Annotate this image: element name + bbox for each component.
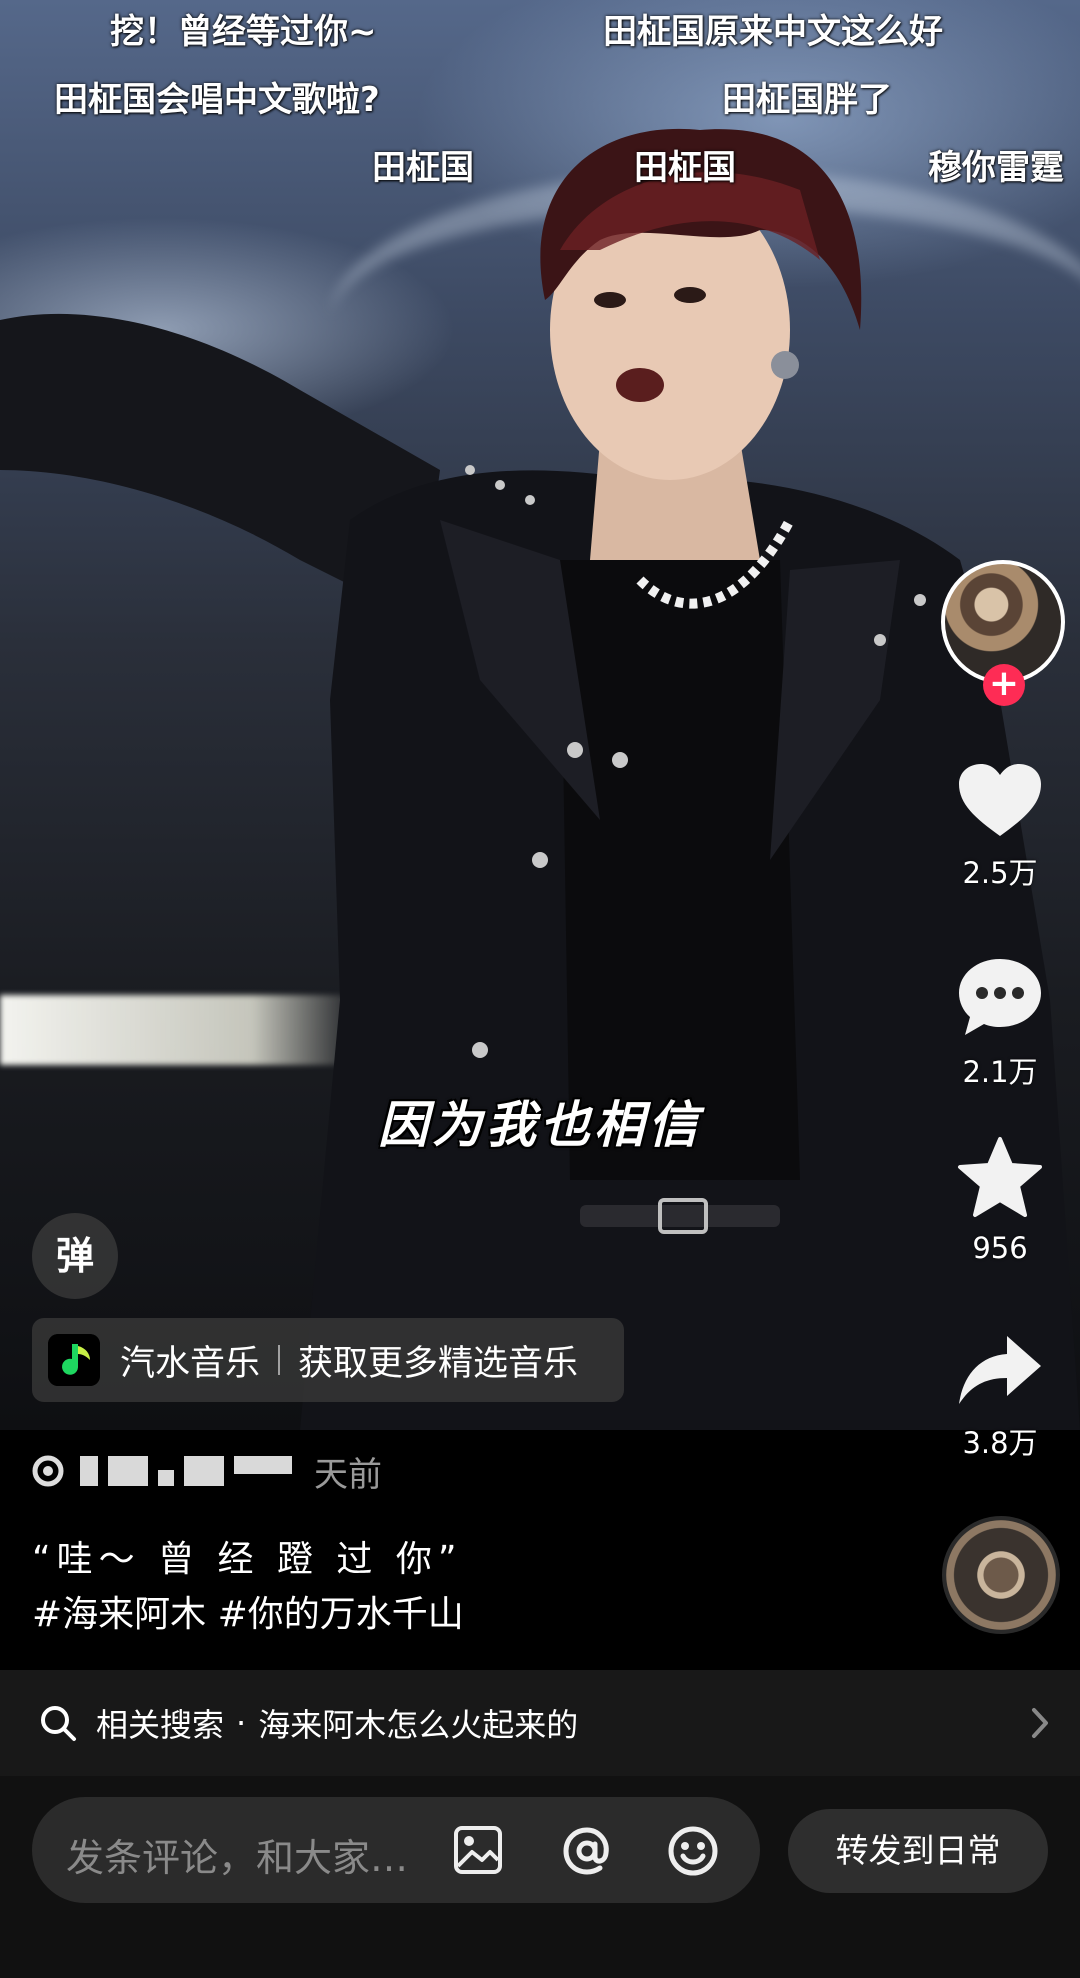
like-count: 2.5万: [962, 856, 1038, 890]
danmaku-comment: 挖！曾经等过你~: [110, 12, 377, 52]
music-app-logo: [48, 1334, 100, 1386]
video-caption: “哇～ 曾 经 蹬 过 你”: [32, 1539, 463, 1580]
favorite-count: 956: [972, 1231, 1028, 1265]
related-search-bar[interactable]: 相关搜索 · 海来阿木怎么火起来的: [0, 1670, 1080, 1776]
danmaku-comment: 穆你雷霆: [928, 148, 1064, 188]
video-subtitle: 因为我也相信: [378, 1096, 702, 1154]
follow-plus-button[interactable]: +: [983, 664, 1025, 706]
share-button[interactable]: 3.8万: [935, 1330, 1065, 1462]
danmaku-comment: 田柾国胖了: [722, 80, 892, 120]
share-arrow-icon: [959, 1336, 1041, 1404]
at-icon[interactable]: [560, 1824, 614, 1878]
share-count: 3.8万: [962, 1426, 1038, 1460]
location-circle-icon: [32, 1455, 64, 1487]
video-player[interactable]: 挖！曾经等过你~ 田柾国原来中文这么好 田柾国会唱中文歌啦? 田柾国胖了 田柾国…: [0, 0, 1080, 1430]
music-promo-chip[interactable]: 汽水音乐 获取更多精选音乐: [32, 1318, 624, 1402]
danmaku-toggle-button[interactable]: 弹: [32, 1213, 118, 1299]
music-cta-text: 获取更多精选音乐: [298, 1343, 579, 1384]
redacted-author-name: [80, 1456, 292, 1486]
chevron-right-icon: [1032, 1708, 1048, 1738]
like-button[interactable]: 2.5万: [935, 760, 1065, 892]
music-disc[interactable]: [942, 1516, 1060, 1634]
comment-count: 2.1万: [962, 1055, 1038, 1089]
related-search-query: 海来阿木怎么火起来的: [258, 1706, 579, 1744]
star-icon: [958, 1137, 1042, 1217]
danmaku-comment: 田柾国: [634, 148, 736, 188]
author-meta-row: 天前: [30, 1443, 382, 1499]
emoji-icon[interactable]: [666, 1824, 720, 1878]
creator-avatar-group[interactable]: +: [941, 560, 1065, 706]
danmaku-comment: 田柾国会唱中文歌啦?: [54, 80, 380, 120]
comment-bubble-icon: [959, 959, 1041, 1035]
music-divider: [278, 1345, 281, 1375]
comment-button[interactable]: 2.1万: [935, 955, 1065, 1091]
music-app-name: 汽水音乐: [120, 1343, 261, 1384]
share-to-daily-button[interactable]: 转发到日常: [788, 1809, 1048, 1893]
search-icon: [41, 1706, 76, 1741]
related-search-prefix: 相关搜索: [96, 1706, 225, 1744]
comment-placeholder: 发条评论，和大家…: [66, 1836, 409, 1880]
performer-figure: [0, 128, 1080, 1430]
danmaku-comment: 田柾国原来中文这么好: [603, 12, 943, 52]
related-search-separator: ·: [236, 1704, 247, 1742]
hashtags[interactable]: #海来阿木 #你的万水千山: [32, 1585, 464, 1637]
image-icon[interactable]: [452, 1824, 504, 1876]
comment-input[interactable]: 发条评论，和大家…: [32, 1797, 760, 1903]
heart-icon: [959, 764, 1041, 836]
favorite-button[interactable]: 956: [935, 1135, 1065, 1265]
danmaku-comment: 田柾国: [372, 148, 474, 188]
post-time: 天前: [314, 1454, 382, 1495]
